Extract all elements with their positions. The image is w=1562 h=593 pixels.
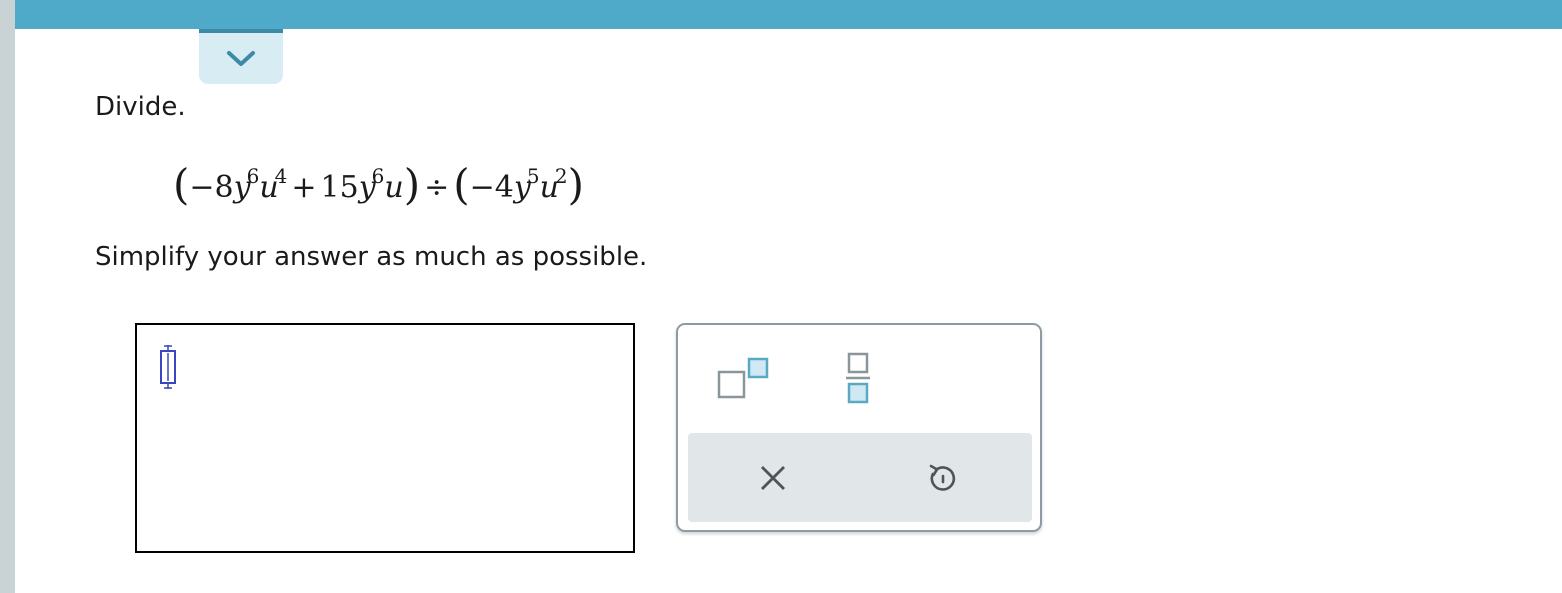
divisor-exp-u: 2 (554, 164, 568, 188)
palette-action-bar (688, 433, 1032, 522)
term1-exp-y: 6 (246, 164, 260, 188)
term2-exp-y: 6 (371, 164, 385, 188)
math-expression: (−8y6u4 +15y6u) ÷(−4y5u2) (173, 155, 584, 215)
divisor-coefficient: −4 (469, 170, 514, 205)
divide-operator: ÷ (424, 170, 450, 205)
collapse-toggle-button[interactable] (199, 29, 283, 84)
math-palette (676, 323, 1042, 532)
top-bar (15, 0, 1562, 29)
divisor-exp-y: 5 (526, 164, 540, 188)
undo-button[interactable] (913, 433, 973, 522)
answer-input[interactable] (135, 323, 635, 553)
plus-operator: + (291, 170, 317, 205)
close-paren-divisor: ) (567, 160, 585, 209)
question-prompt: Divide. (95, 92, 186, 122)
exponent-button[interactable] (714, 353, 774, 403)
clear-x-icon (761, 465, 785, 490)
fraction-template-icon (846, 352, 870, 404)
undo-icon (929, 464, 956, 491)
fraction-button[interactable] (838, 349, 878, 409)
input-cursor-icon (160, 345, 176, 389)
clear-button[interactable] (743, 433, 803, 522)
left-rail (0, 0, 15, 593)
open-paren-divisor: ( (453, 160, 470, 209)
instruction-text: Simplify your answer as much as possible… (95, 242, 648, 272)
term2-var-u: u (384, 170, 404, 205)
open-paren: ( (173, 160, 190, 209)
superscript-template-icon (717, 357, 769, 399)
chevron-down-icon (227, 50, 255, 66)
close-paren: ) (403, 160, 421, 209)
term2-coefficient: 15 (320, 170, 359, 205)
term1-exp-u: 4 (274, 164, 288, 188)
term1-coefficient: −8 (189, 170, 234, 205)
